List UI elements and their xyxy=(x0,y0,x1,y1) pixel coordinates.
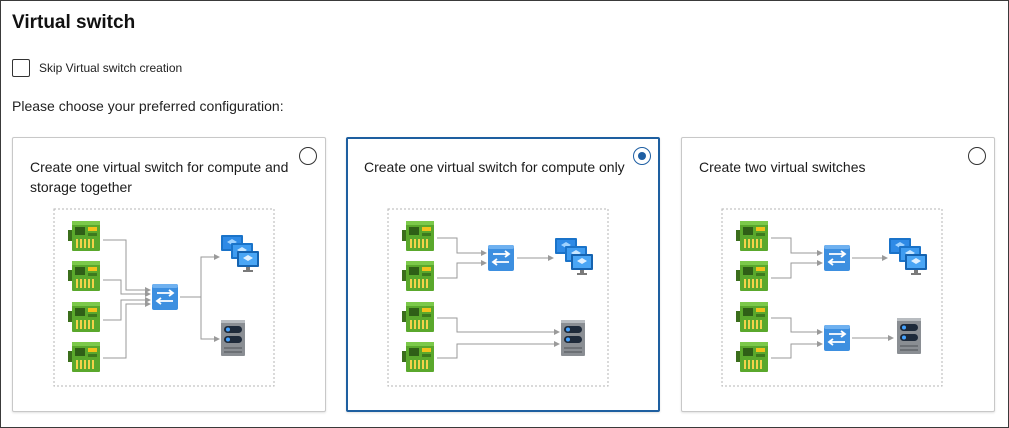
page-title: Virtual switch xyxy=(12,12,136,33)
storage-server-icon xyxy=(897,318,921,354)
network-adapter-icon xyxy=(68,221,100,251)
network-adapter-icon xyxy=(736,302,768,332)
option-card-compute-only[interactable]: Create one virtual switch for compute on… xyxy=(346,137,660,412)
virtual-machines-icon xyxy=(889,238,927,275)
skip-virtual-switch-checkbox-row[interactable]: Skip Virtual switch creation xyxy=(12,57,182,79)
network-adapter-icon xyxy=(402,342,434,372)
network-adapter-icon xyxy=(402,302,434,332)
storage-server-icon xyxy=(221,320,245,356)
option-radio-selected[interactable] xyxy=(633,147,651,165)
option-radio[interactable] xyxy=(968,147,986,165)
option-card-compute-and-storage[interactable]: Create one virtual switch for compute an… xyxy=(12,137,326,412)
radio-selected-dot xyxy=(638,152,646,160)
option-card-two-switches[interactable]: Create two virtual switches xyxy=(681,137,995,412)
network-adapter-icon xyxy=(402,261,434,291)
network-adapter-icon xyxy=(68,342,100,372)
skip-virtual-switch-label[interactable]: Skip Virtual switch creation xyxy=(39,61,182,75)
virtual-machines-icon xyxy=(221,235,259,272)
network-adapter-icon xyxy=(68,261,100,291)
diagram-compute-and-storage xyxy=(53,208,275,387)
option-title: Create two virtual switches xyxy=(699,159,866,175)
virtual-switch-icon xyxy=(151,283,179,311)
diagram-two-switches xyxy=(721,208,943,387)
skip-virtual-switch-checkbox[interactable] xyxy=(12,59,30,77)
virtual-switch-icon xyxy=(487,244,515,272)
option-title: Create one virtual switch for compute an… xyxy=(30,159,289,195)
option-title: Create one virtual switch for compute on… xyxy=(364,159,625,175)
virtual-switch-icon xyxy=(823,324,851,352)
network-adapter-icon xyxy=(736,342,768,372)
network-adapter-icon xyxy=(402,221,434,251)
network-adapter-icon xyxy=(736,261,768,291)
configuration-prompt: Please choose your preferred configurati… xyxy=(12,98,284,114)
storage-server-icon xyxy=(561,320,585,356)
diagram-compute-only xyxy=(387,208,609,387)
virtual-machines-icon xyxy=(555,238,593,275)
option-radio[interactable] xyxy=(299,147,317,165)
virtual-switch-icon xyxy=(823,244,851,272)
network-adapter-icon xyxy=(68,302,100,332)
network-adapter-icon xyxy=(736,221,768,251)
